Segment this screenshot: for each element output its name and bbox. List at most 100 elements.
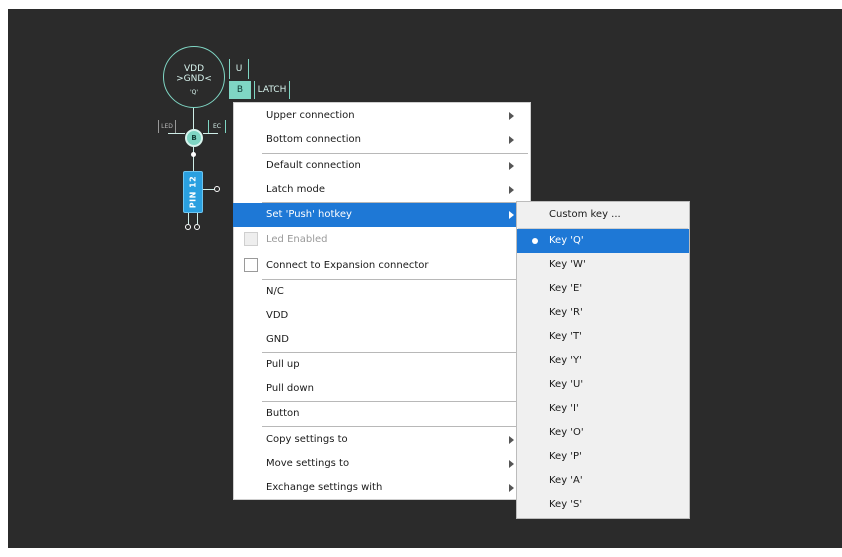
power-circle-node[interactable]: VDD >GND< 'Q' [163, 46, 225, 108]
menu-item-label: Copy settings to [266, 434, 348, 445]
led-label: LED [161, 123, 173, 130]
pin-12-block[interactable]: PIN 12 [183, 171, 203, 213]
submenu-item-key-y[interactable]: Key 'Y' [517, 349, 689, 373]
submenu-item-key-p[interactable]: Key 'P' [517, 445, 689, 469]
pin-label: PIN 12 [188, 175, 198, 209]
wire-pin-bottom-left [188, 213, 189, 224]
submenu-item-key-i[interactable]: Key 'I' [517, 397, 689, 421]
menu-item-label: Latch mode [266, 184, 325, 195]
button-node[interactable]: B [185, 129, 203, 147]
submenu-item-key-t[interactable]: Key 'T' [517, 325, 689, 349]
ec-bracket[interactable]: EC [208, 120, 226, 133]
submenu-item-label: Key 'Q' [549, 235, 584, 246]
submenu-item-key-a[interactable]: Key 'A' [517, 469, 689, 493]
junction-dot [191, 152, 196, 157]
submenu-item-label: Key 'Y' [549, 355, 582, 366]
submenu-item-label: Key 'I' [549, 403, 579, 414]
submenu-item-key-o[interactable]: Key 'O' [517, 421, 689, 445]
submenu-arrow-icon [509, 112, 514, 120]
radio-selected-icon [532, 238, 538, 244]
menu-item-default-connection[interactable]: Default connection [234, 154, 530, 178]
schematic-canvas[interactable]: VDD >GND< 'Q' U B LATCH LED EC B PIN 12 … [8, 9, 842, 548]
submenu-item-label: Key 'U' [549, 379, 584, 390]
menu-item-label: Move settings to [266, 458, 350, 469]
expansion-connector-checkbox[interactable] [244, 258, 258, 272]
bottom-connection-box[interactable]: B [229, 81, 251, 99]
submenu-item-key-s[interactable]: Key 'S' [517, 493, 689, 517]
menu-item-label: Pull down [266, 383, 314, 394]
bottom-connection-label: B [236, 85, 244, 95]
wire-led [168, 133, 185, 134]
menu-item-label: Set 'Push' hotkey [266, 209, 352, 220]
gnd-label: >GND< [176, 74, 212, 84]
submenu-arrow-icon [509, 136, 514, 144]
menu-separator [262, 426, 528, 427]
latch-bracket[interactable]: LATCH [254, 81, 290, 99]
submenu-item-key-w[interactable]: Key 'W' [517, 253, 689, 277]
submenu-item-key-e[interactable]: Key 'E' [517, 277, 689, 301]
wire-pin-side [203, 189, 214, 190]
pin-side-terminal[interactable] [214, 186, 220, 192]
submenu-item-key-u[interactable]: Key 'U' [517, 373, 689, 397]
submenu-item-label: Key 'P' [549, 451, 582, 462]
submenu-item-key-r[interactable]: Key 'R' [517, 301, 689, 325]
submenu-arrow-icon [509, 211, 514, 219]
pin-bottom-terminal-right[interactable] [194, 224, 200, 230]
menu-item-latch-mode[interactable]: Latch mode [234, 178, 530, 202]
menu-item-label: Pull up [266, 359, 300, 370]
submenu-arrow-icon [509, 484, 514, 492]
hotkey-submenu: Custom key ... Key 'Q' Key 'W' Key 'E' K… [516, 201, 690, 519]
menu-item-nc[interactable]: N/C [234, 280, 530, 304]
upper-connection-bracket[interactable]: U [229, 59, 249, 79]
ec-label: EC [213, 123, 221, 130]
menu-item-label: Led Enabled [266, 234, 328, 245]
submenu-item-label: Key 'E' [549, 283, 583, 294]
menu-item-copy-settings[interactable]: Copy settings to [234, 428, 530, 452]
submenu-item-label: Key 'R' [549, 307, 583, 318]
menu-item-label: Connect to Expansion connector [266, 260, 429, 271]
menu-item-move-settings[interactable]: Move settings to [234, 452, 530, 476]
submenu-arrow-icon [509, 460, 514, 468]
submenu-item-label: Key 'W' [549, 259, 586, 270]
vdd-label: VDD [183, 64, 205, 74]
submenu-item-label: Key 'A' [549, 475, 583, 486]
menu-item-exchange-settings[interactable]: Exchange settings with [234, 476, 530, 500]
menu-item-gnd[interactable]: GND [234, 328, 530, 352]
menu-item-vdd[interactable]: VDD [234, 304, 530, 328]
menu-item-label: Bottom connection [266, 134, 361, 145]
upper-connection-label: U [235, 64, 243, 74]
led-enabled-checkbox[interactable] [244, 232, 258, 246]
led-bracket[interactable]: LED [158, 120, 176, 133]
submenu-arrow-icon [509, 186, 514, 194]
menu-item-label: Upper connection [266, 110, 355, 121]
menu-item-label: Exchange settings with [266, 482, 383, 493]
wire-pin-bottom-right [197, 213, 198, 224]
pin-bottom-terminal-left[interactable] [185, 224, 191, 230]
hotkey-label: 'Q' [189, 89, 199, 96]
menu-item-upper-connection[interactable]: Upper connection [234, 104, 530, 128]
menu-item-label: Button [266, 408, 300, 419]
menu-item-pull-down[interactable]: Pull down [234, 377, 530, 401]
wire-button-to-pin [193, 147, 194, 171]
menu-item-button[interactable]: Button [234, 402, 530, 426]
submenu-item-custom-key[interactable]: Custom key ... [517, 203, 689, 227]
button-node-label: B [191, 134, 197, 142]
menu-item-label: N/C [266, 286, 284, 297]
menu-item-pull-up[interactable]: Pull up [234, 353, 530, 377]
wire-circle-to-button [193, 108, 194, 129]
menu-item-connect-expansion[interactable]: Connect to Expansion connector [234, 254, 530, 278]
menu-item-set-push-hotkey[interactable]: Set 'Push' hotkey [233, 203, 531, 227]
submenu-arrow-icon [509, 436, 514, 444]
submenu-item-label: Key 'T' [549, 331, 582, 342]
submenu-item-label: Custom key ... [549, 209, 621, 220]
wire-ec [203, 133, 218, 134]
submenu-item-key-q[interactable]: Key 'Q' [517, 229, 689, 253]
context-menu: Upper connection Bottom connection Defau… [233, 102, 531, 500]
submenu-arrow-icon [509, 162, 514, 170]
menu-item-bottom-connection[interactable]: Bottom connection [234, 128, 530, 152]
menu-item-label: Default connection [266, 160, 361, 171]
menu-item-label: GND [266, 334, 289, 345]
submenu-item-label: Key 'S' [549, 499, 583, 510]
menu-item-label: VDD [266, 310, 289, 321]
menu-item-led-enabled[interactable]: Led Enabled [234, 228, 530, 252]
